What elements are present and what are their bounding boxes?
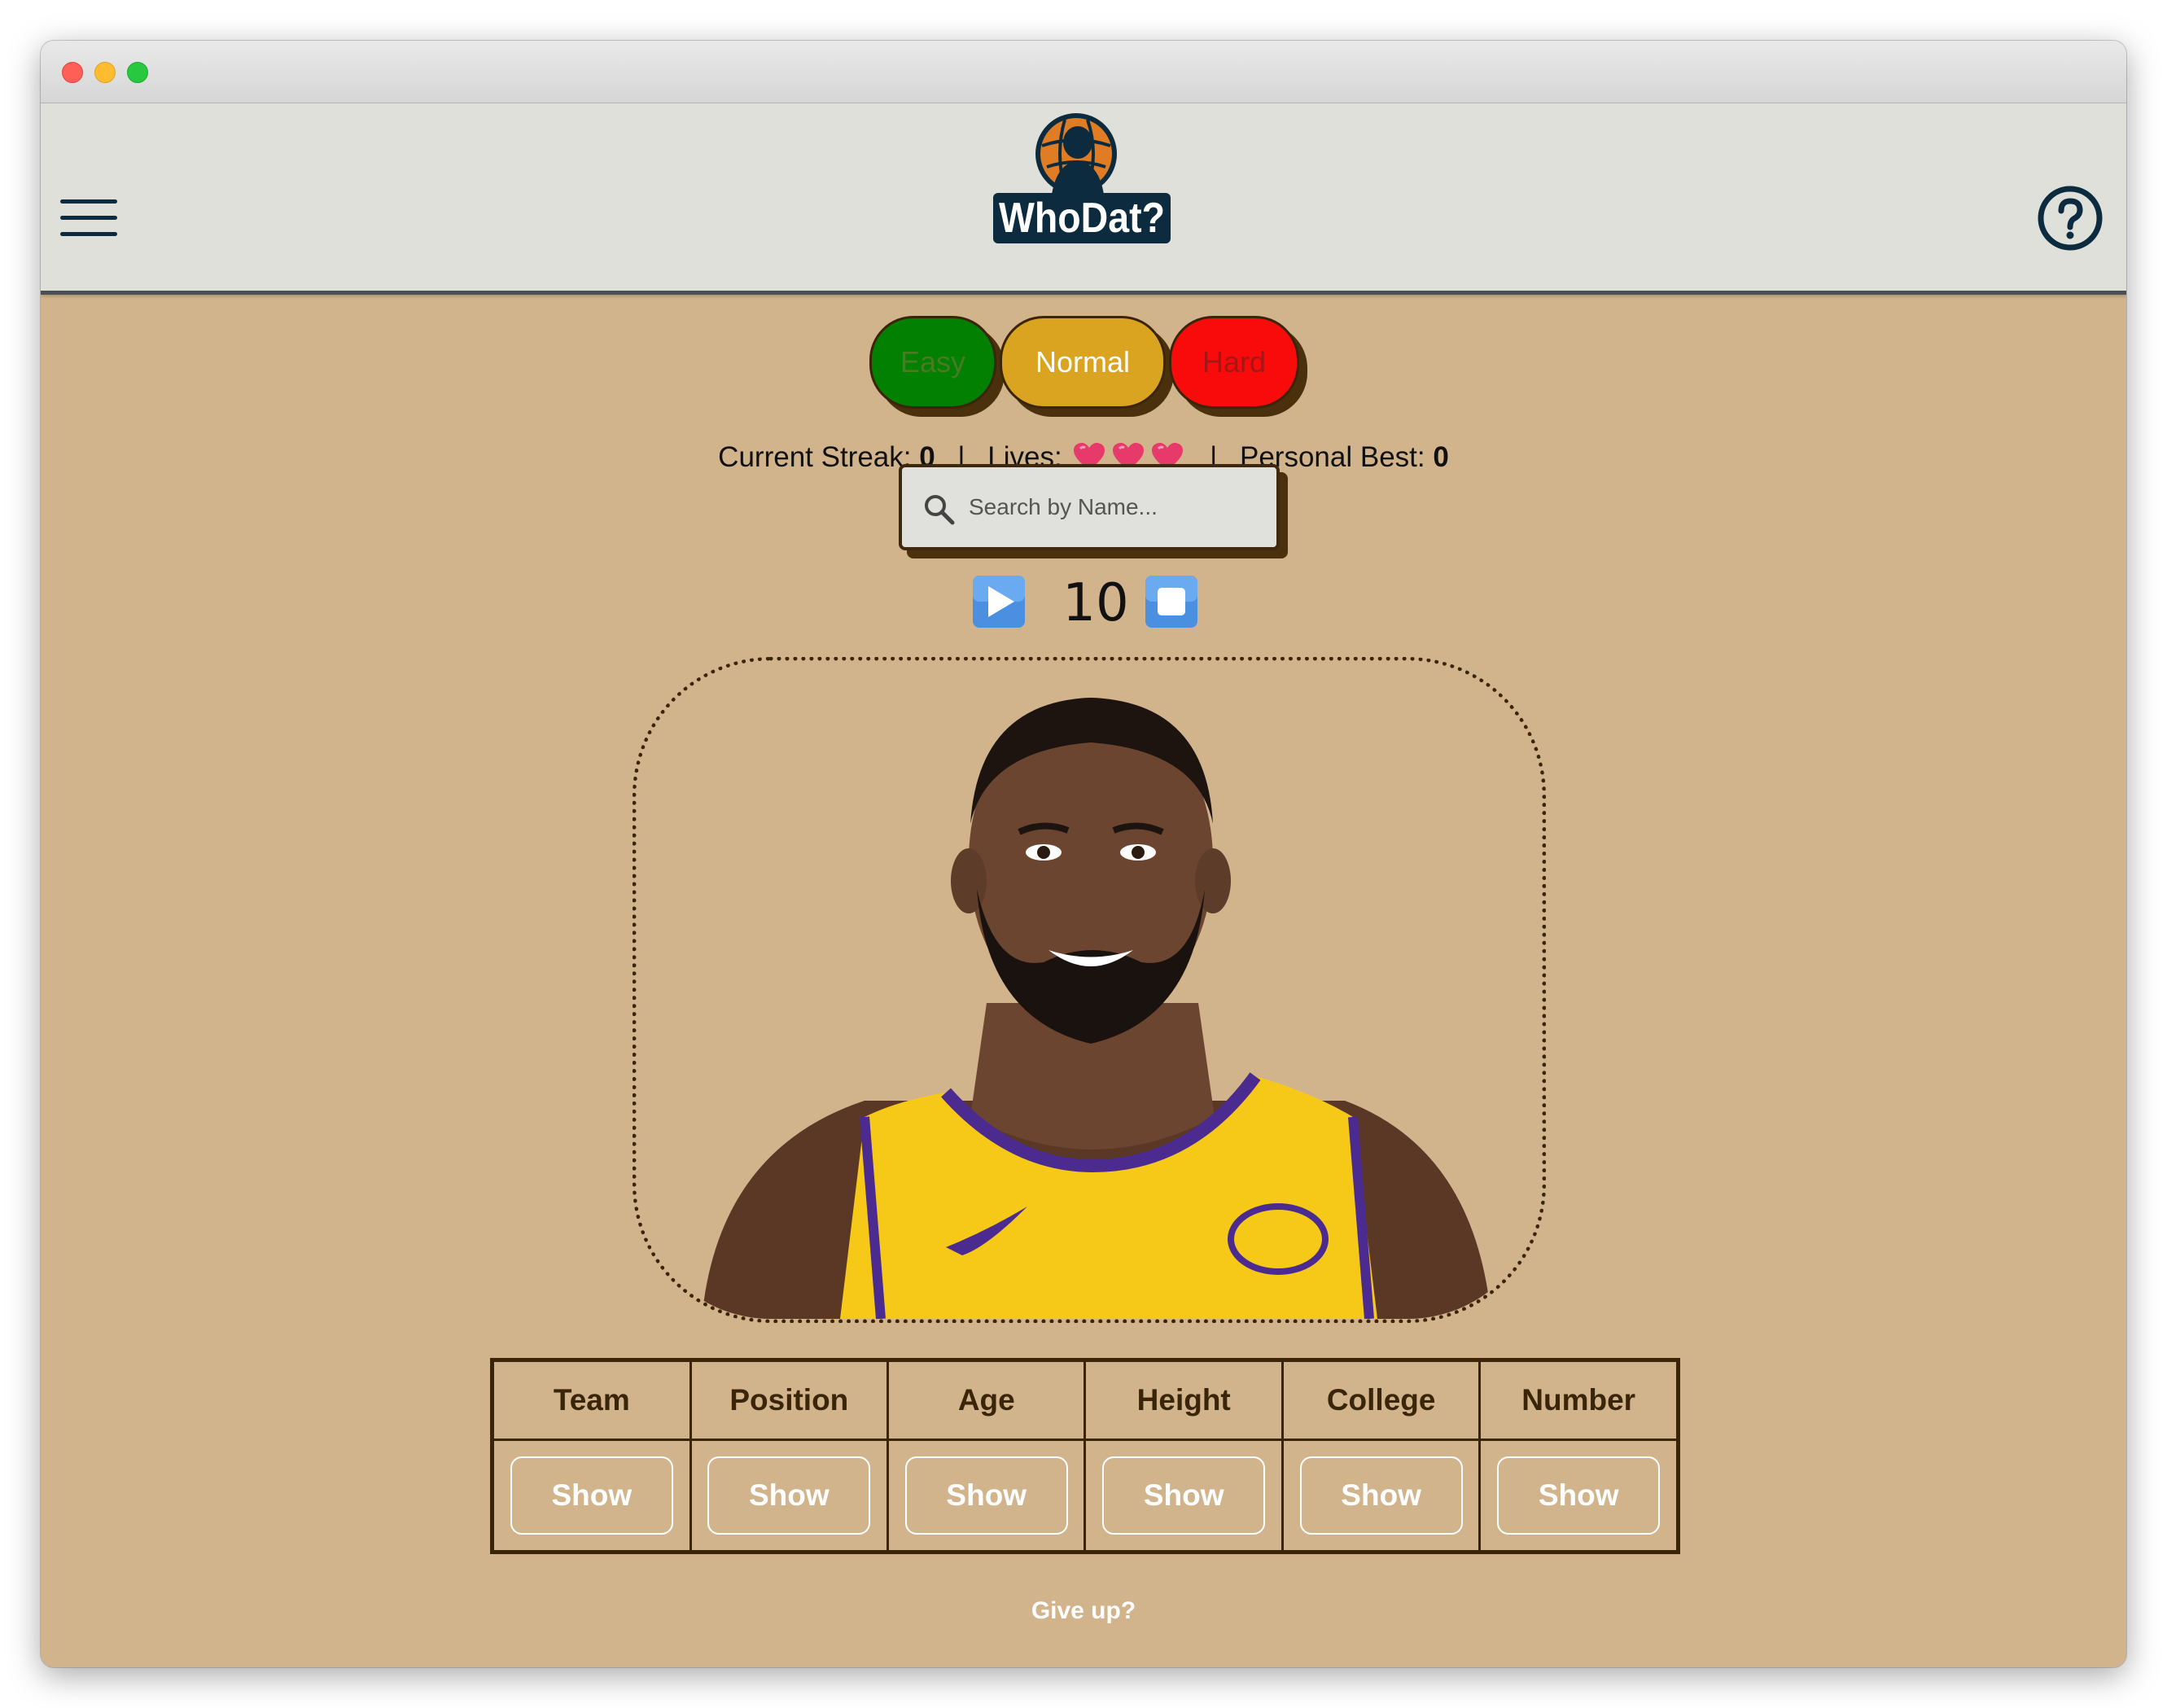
whodat-logo[interactable]: WhoDat? [990, 110, 1174, 245]
player-photo-frame [633, 657, 1546, 1323]
attribute-cell-position: Show [689, 1439, 890, 1553]
show-team-button[interactable]: Show [510, 1456, 673, 1535]
difficulty-normal-button[interactable]: Normal [1000, 316, 1166, 409]
browser-window: WhoDat? Easy Normal Hard Current Streak:… [41, 41, 2126, 1667]
difficulty-hard-button[interactable]: Hard [1169, 316, 1299, 409]
attribute-cell-height: Show [1084, 1439, 1284, 1553]
show-number-button[interactable]: Show [1497, 1456, 1661, 1535]
question-circle-icon[interactable] [2037, 185, 2104, 252]
attribute-header-height: Height [1084, 1359, 1284, 1441]
attribute-header-number: Number [1478, 1359, 1679, 1441]
attribute-cell-college: Show [1280, 1439, 1482, 1553]
attributes-button-row: Show Show Show Show Show Show [491, 1439, 1679, 1553]
logo-text: WhoDat? [999, 195, 1165, 242]
player-attributes-table: Team Position Age Height College Number Show S… [490, 1358, 1680, 1554]
show-college-button[interactable]: Show [1299, 1456, 1463, 1535]
attribute-cell-number: Show [1478, 1439, 1679, 1553]
attribute-header-position: Position [689, 1359, 890, 1441]
difficulty-easy-button[interactable]: Easy [869, 316, 996, 409]
maximize-window-button[interactable] [127, 62, 148, 83]
player-headshot [702, 698, 1491, 1319]
countdown-timer: 10 [1062, 573, 1129, 633]
attribute-header-college: College [1280, 1359, 1482, 1441]
attribute-cell-team: Show [491, 1439, 692, 1553]
show-age-button[interactable]: Show [904, 1456, 1068, 1535]
search-box[interactable] [899, 464, 1280, 550]
title-bar [41, 41, 2126, 103]
app-header: WhoDat? [41, 103, 2126, 295]
hamburger-menu-icon[interactable] [60, 195, 120, 240]
close-window-button[interactable] [62, 62, 83, 83]
give-up-link[interactable]: Give up? [41, 1597, 2126, 1625]
show-height-button[interactable]: Show [1102, 1456, 1266, 1535]
minimize-window-button[interactable] [94, 62, 116, 83]
attribute-header-age: Age [886, 1359, 1087, 1441]
show-position-button[interactable]: Show [707, 1456, 871, 1535]
search-icon [925, 495, 955, 525]
stop-icon[interactable] [1145, 575, 1198, 628]
personal-best-value: 0 [1433, 441, 1449, 473]
search-input[interactable] [967, 482, 1263, 532]
attribute-header-team: Team [491, 1359, 692, 1441]
attributes-header-row: Team Position Age Height College Number [491, 1359, 1679, 1441]
streak-label: Current Streak: [718, 441, 912, 473]
attribute-cell-age: Show [886, 1439, 1087, 1553]
play-icon[interactable] [972, 575, 1026, 628]
